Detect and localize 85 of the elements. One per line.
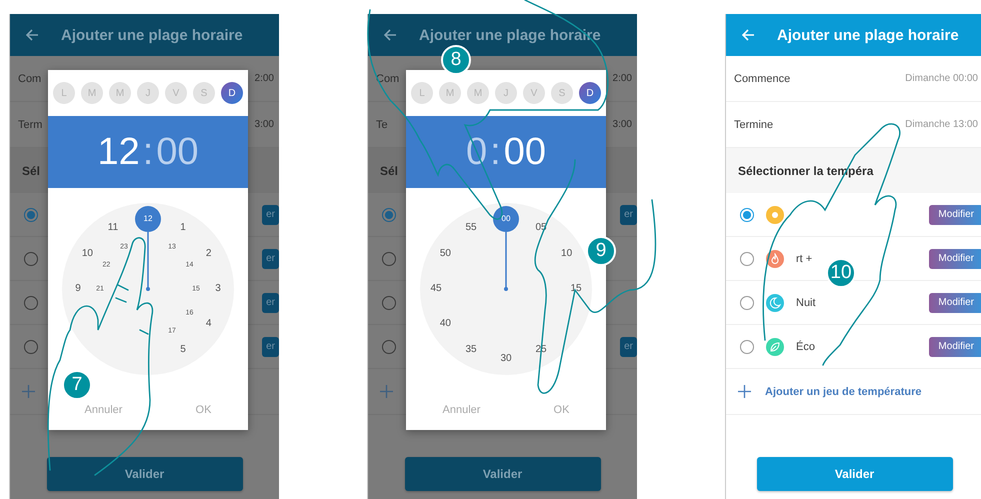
clock-number[interactable]: 11 [108,223,118,234]
clock-number[interactable]: 5 [180,344,186,355]
section-title: Sél [22,164,40,178]
clock-hand [146,232,150,291]
clock-number[interactable]: 00 [493,206,519,232]
radio-button[interactable] [24,340,38,354]
temperature-name: Éco [796,340,816,352]
radio-button[interactable] [740,252,754,266]
clock-number[interactable]: 10 [561,249,572,259]
cancel-button[interactable]: Annuler [436,403,486,417]
temperature-name: rt + [796,252,814,264]
clock-number[interactable]: 15 [570,284,582,294]
field-label: Termine [734,118,774,130]
temperature-row[interactable]: Modifier [726,193,981,237]
ok-button[interactable]: OK [190,403,218,417]
ok-button[interactable]: OK [548,403,576,417]
modify-button[interactable]: Modifier [929,204,981,224]
modify-button[interactable]: er [620,204,637,224]
clock-number[interactable]: 4 [206,319,212,329]
field-value: 3:00 [254,119,274,130]
modify-button[interactable]: er [262,292,279,312]
clock-number[interactable]: 9 [75,284,81,294]
field-value: 3:00 [612,119,632,130]
clock-number[interactable]: 55 [465,223,477,234]
clock-number[interactable]: 10 [82,249,93,259]
clock-number[interactable]: 1 [180,223,186,234]
field-value: 2:00 [612,73,632,84]
modify-button[interactable]: er [620,336,637,356]
field-label: Com [18,72,42,84]
time-separator: : [490,130,501,174]
clock-number[interactable]: 2 [206,249,212,259]
clock-hand [504,232,508,291]
clock-number[interactable]: 12 [135,206,161,232]
clock-number[interactable]: 30 [500,354,512,364]
day-button[interactable]: D [221,82,243,104]
field-label: Term [18,118,42,130]
hour-text[interactable]: 12 [97,130,140,174]
minute-text[interactable]: 00 [156,130,199,174]
radio-button[interactable] [382,296,396,310]
radio-button[interactable] [740,340,754,354]
day-button[interactable]: D [579,82,601,104]
field-value: 2:00 [254,73,274,84]
clock-number[interactable]: 3 [215,284,221,294]
modify-button[interactable]: er [262,248,279,268]
validate-button[interactable]: Valider [46,457,242,491]
clock-number[interactable]: 40 [440,319,451,329]
radio-button[interactable] [24,208,38,222]
radio-button[interactable] [24,296,38,310]
modify-button[interactable]: er [262,336,279,356]
radio-button[interactable] [382,340,396,354]
field-label: Commence [734,72,790,84]
step-number: 10 [826,258,856,288]
validate-button[interactable]: Valider [404,457,600,491]
clock-number[interactable]: 45 [430,284,442,294]
temperature-row[interactable]: Nuit Modifier [726,281,981,325]
add-row[interactable]: Ajouter un jeu de température [726,369,981,415]
time-field[interactable]: Commence Dimanche 00:00 [726,56,981,102]
radio-button[interactable] [740,208,754,222]
screen-title: Ajouter une plage horaire [61,26,243,44]
time-separator: : [142,130,154,174]
field-value: Dimanche 13:00 [905,119,978,130]
validate-button[interactable]: Valider [756,457,952,491]
temperature-name: Nuit [796,296,817,308]
field-value: Dimanche 00:00 [905,73,978,84]
minute-text[interactable]: 00 [504,130,546,174]
modify-button[interactable]: er [262,204,279,224]
radio-button[interactable] [24,252,38,266]
screen-title: Ajouter une plage horaire [777,26,959,44]
add-temperature-link[interactable]: Ajouter un jeu de température [765,386,922,398]
hour-text[interactable]: 0 [466,130,488,174]
back-icon[interactable] [26,29,39,41]
radio-button[interactable] [382,252,396,266]
section-title: Sél [380,164,398,178]
field-label: Te [376,118,388,130]
back-icon[interactable] [384,29,397,41]
modify-button[interactable]: Modifier [929,248,981,268]
clock-number[interactable]: 35 [465,344,477,355]
radio-button[interactable] [740,296,754,310]
cancel-button[interactable]: Annuler [78,403,128,417]
temperature-row[interactable]: Éco Modifier [726,325,981,369]
modify-button[interactable]: Modifier [929,336,981,356]
modify-button[interactable]: Modifier [929,292,981,312]
radio-button[interactable] [382,208,396,222]
plus-icon[interactable] [738,385,751,398]
clock-number[interactable]: 50 [440,249,451,259]
